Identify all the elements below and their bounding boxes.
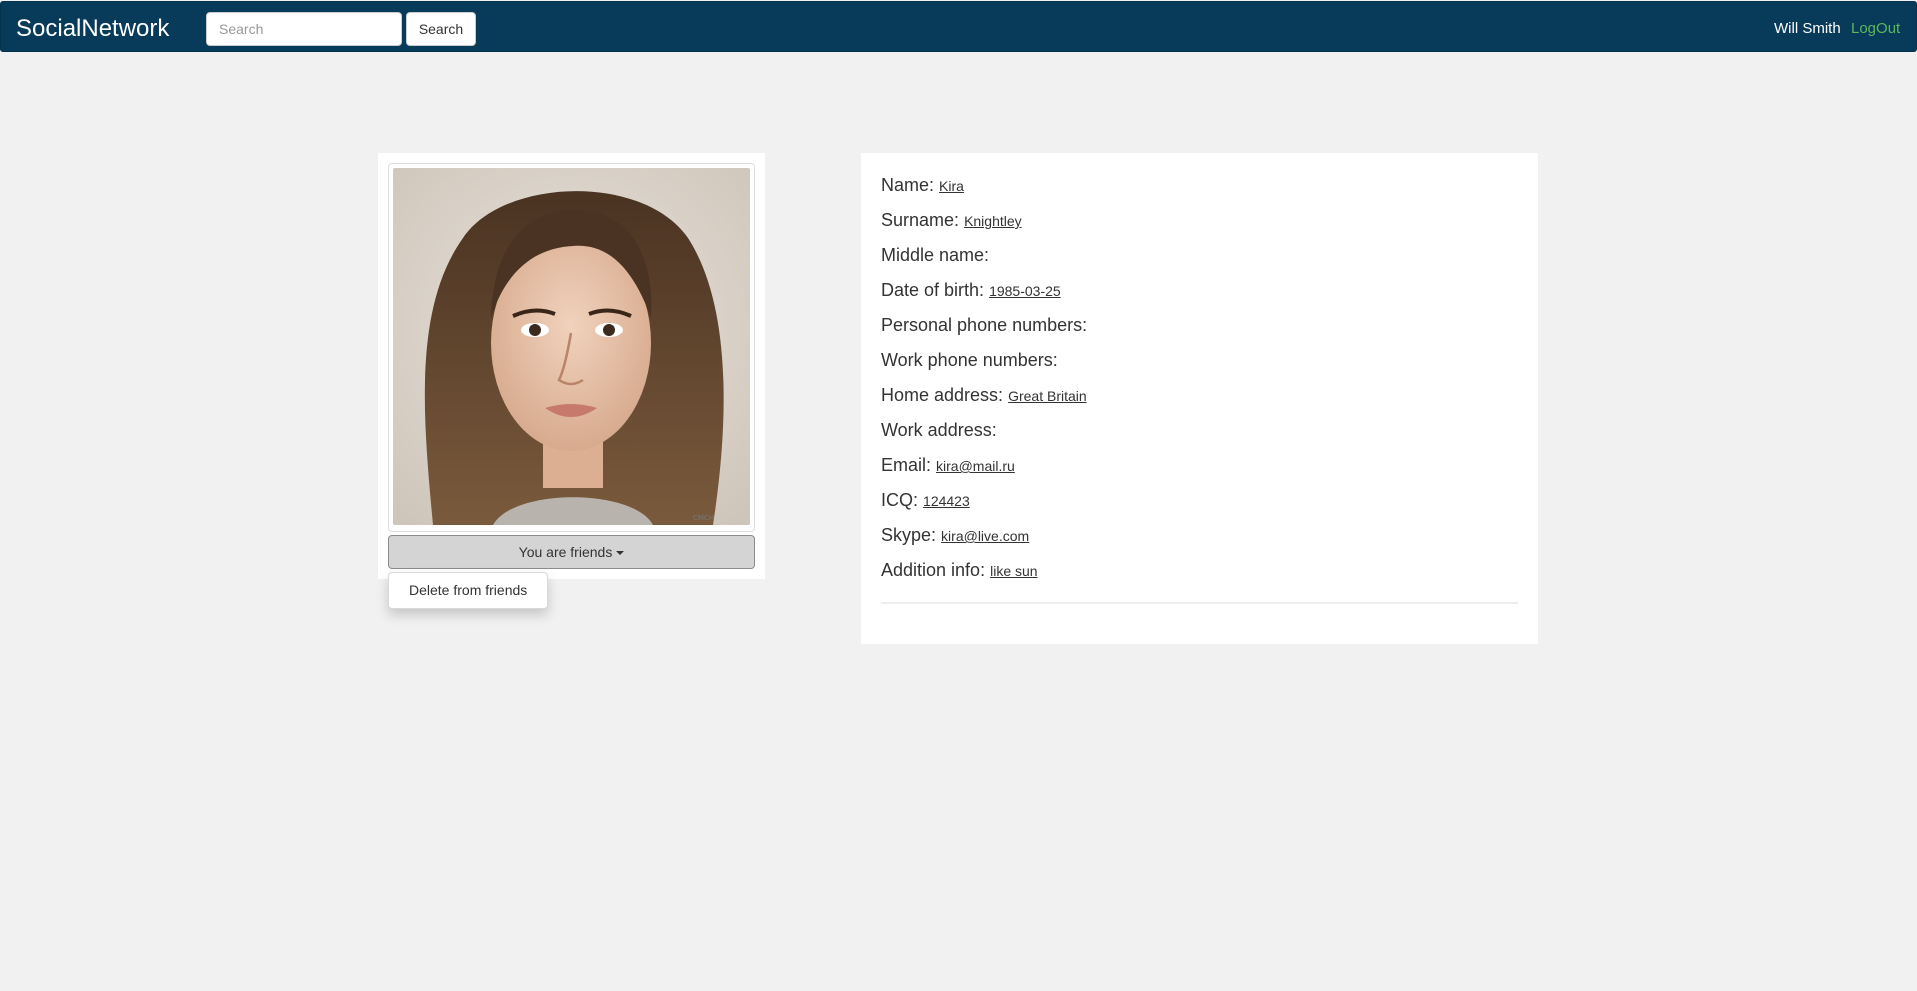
info-label: ICQ: [881, 490, 919, 510]
info-addition-info: Addition info: like sun [881, 558, 1038, 582]
info-name: Name: Kira [881, 173, 964, 197]
info-label: Work phone numbers: [881, 350, 1058, 370]
logout-link[interactable]: LogOut [1851, 20, 1900, 38]
delete-from-friends-item[interactable]: Delete from friends [389, 573, 547, 608]
info-home-address: Home address: Great Britain [881, 383, 1087, 407]
profile-photo: CMCH [393, 168, 750, 525]
info-middle-name: Middle name: [881, 243, 989, 267]
info-icq: ICQ: 124423 [881, 488, 970, 512]
info-work-phones: Work phone numbers: [881, 348, 1058, 372]
brand-link[interactable]: SocialNetwork [16, 15, 169, 43]
info-label: Personal phone numbers: [881, 315, 1088, 335]
info-surname: Surname: Knightley [881, 208, 1022, 232]
profile-photo-frame: CMCH [388, 163, 755, 532]
current-user-name[interactable]: Will Smith [1774, 20, 1841, 38]
info-value[interactable]: Knightley [964, 213, 1022, 229]
info-value[interactable]: 1985-03-25 [989, 283, 1061, 299]
info-label: Name: [881, 175, 935, 195]
search-button[interactable]: Search [406, 12, 476, 46]
svg-text:CMCH: CMCH [693, 514, 714, 522]
info-value[interactable]: kira@mail.ru [936, 458, 1015, 474]
info-skype: Skype: kira@live.com [881, 523, 1029, 547]
search-input[interactable] [206, 12, 402, 46]
info-label: Date of birth: [881, 280, 985, 300]
info-value[interactable]: Kira [939, 178, 964, 194]
friend-status-label: You are friends [518, 544, 613, 560]
info-value[interactable]: like sun [990, 563, 1037, 579]
info-label: Email: [881, 455, 932, 475]
info-value[interactable]: Great Britain [1008, 388, 1087, 404]
info-email: Email: kira@mail.ru [881, 453, 1015, 477]
friend-actions-menu: Delete from friends [388, 572, 548, 609]
info-label: Surname: [881, 210, 960, 230]
info-value[interactable]: 124423 [923, 493, 970, 509]
info-label: Middle name: [881, 245, 990, 265]
info-label: Work address: [881, 420, 997, 440]
profile-info-panel: Name: Kira Surname: Knightley Middle nam… [861, 153, 1538, 644]
info-date-of-birth: Date of birth: 1985-03-25 [881, 278, 1061, 302]
info-personal-phones: Personal phone numbers: [881, 313, 1087, 337]
caret-down-icon [616, 550, 625, 555]
info-value[interactable]: kira@live.com [941, 528, 1029, 544]
info-label: Addition info: [881, 560, 986, 580]
profile-photo-panel: CMCH You are friends [378, 153, 765, 579]
info-label: Home address: [881, 385, 1004, 405]
friend-status-dropdown-button[interactable]: You are friends [388, 535, 755, 569]
top-navbar: SocialNetwork Search Will Smith LogOut [0, 1, 1917, 52]
info-label: Skype: [881, 525, 937, 545]
info-work-address: Work address: [881, 418, 997, 442]
info-divider [881, 602, 1518, 604]
